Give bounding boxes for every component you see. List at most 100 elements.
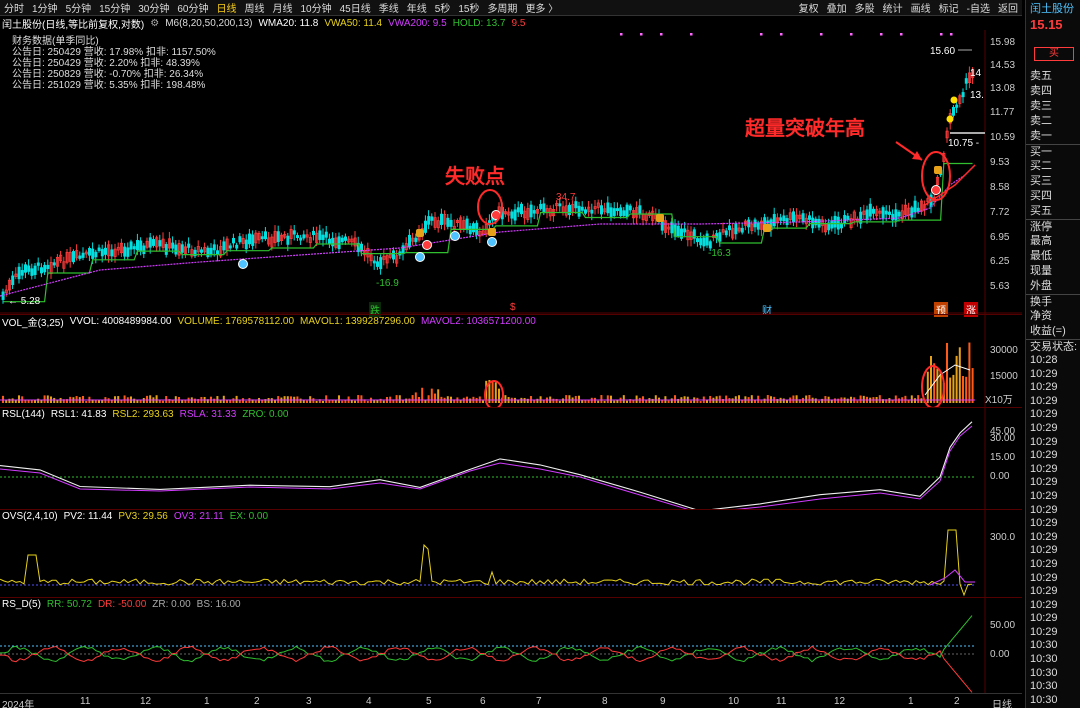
candle <box>129 241 133 250</box>
tick-time: 10:30 <box>1030 639 1058 652</box>
candle <box>276 231 280 242</box>
price-axis-label: 13.08 <box>990 83 1016 94</box>
tick-time: 10:29 <box>1030 476 1058 489</box>
price-axis-label: 9.53 <box>990 157 1010 168</box>
time-axis: 2024年 11 12 1 2 3 4 5 6 7 8 9 10 11 12 1 2 日线 <box>0 693 1022 708</box>
axis-label: 30.00 <box>990 433 1016 444</box>
tick-time: 10:29 <box>1030 408 1058 421</box>
candle <box>187 243 191 248</box>
quote-stat: 收益(=) <box>1030 325 1066 337</box>
volume-bar <box>808 395 811 403</box>
candle <box>40 267 44 274</box>
candle <box>318 230 322 240</box>
volume-bar <box>395 395 398 403</box>
buy-button[interactable]: 买 <box>1034 47 1074 61</box>
volume-bar <box>40 400 43 403</box>
rsd-panel[interactable]: RS_D(5) RR: 50.72 DR: -50.00 ZR: 0.00 BS… <box>0 597 1022 694</box>
candle <box>391 250 395 260</box>
volume-bar <box>968 342 971 403</box>
signal-dot <box>940 33 943 36</box>
price-chart[interactable] <box>0 0 1022 314</box>
ovs-panel[interactable]: OVS(2,4,10) PV2: 11.44 PV3: 29.56 OV3: 2… <box>0 509 1022 598</box>
volume-bar <box>635 395 638 403</box>
volume-bar <box>603 400 606 403</box>
volume-bar <box>648 398 651 403</box>
volume-bar <box>414 392 417 403</box>
order-book: 卖五 卖四 卖三 卖二 卖一 买一 买二 买三 买四 买五 涨停 最高 最低 现量 外盘 换手 净资 收益(=) 交… <box>1026 69 1080 707</box>
price-axis-label: 6.25 <box>990 256 1010 267</box>
axis-label: 15.00 <box>990 452 1016 463</box>
volume-bar <box>888 398 891 403</box>
volume-bar <box>894 395 897 403</box>
candle <box>126 247 130 257</box>
volume-bar <box>670 398 673 403</box>
time-axis-label: 6 <box>480 696 486 707</box>
candle <box>331 237 335 247</box>
price-axis-label: 11.77 <box>990 107 1015 118</box>
volume-bar <box>107 398 110 403</box>
candle <box>881 207 885 220</box>
candle <box>872 208 876 214</box>
order-book-level: 买一 <box>1026 144 1080 159</box>
highlight-circle <box>484 380 504 408</box>
price-label: 14 <box>970 68 982 79</box>
candle <box>171 242 175 249</box>
volume-bar <box>926 371 929 403</box>
volume-bar <box>382 400 385 403</box>
volume-bar <box>482 400 484 403</box>
volume-bar <box>261 400 264 403</box>
volume-bar <box>920 398 923 403</box>
volume-bar <box>578 395 580 403</box>
volume-bar <box>2 395 4 403</box>
annotation-arrowhead <box>912 151 922 160</box>
volume-bar <box>904 395 907 403</box>
signal-dot <box>820 33 823 36</box>
volume-bar <box>750 395 753 403</box>
high-price-label: 15.60 <box>930 46 956 57</box>
candle <box>123 246 127 257</box>
candle <box>865 209 869 221</box>
candle <box>868 203 872 217</box>
volume-bar <box>219 400 222 403</box>
candle <box>104 247 108 255</box>
volume-bar <box>699 400 702 403</box>
tick-time: 10:29 <box>1030 557 1058 570</box>
volume-bar <box>110 400 113 403</box>
candle <box>910 207 914 218</box>
stock-name[interactable]: 闰土股份 <box>1026 2 1080 17</box>
tick-time: 10:30 <box>1030 680 1058 693</box>
candle <box>590 209 594 214</box>
candle <box>843 215 847 224</box>
signal-dot <box>780 33 783 36</box>
volume-panel[interactable]: VOL_金(3,25) VVOL: 4008489984.00 VOLUME: … <box>0 314 1022 408</box>
volume-bar <box>856 400 859 403</box>
signal-marker <box>238 259 248 269</box>
volume-bar <box>8 398 11 403</box>
rsl-chart <box>0 408 986 510</box>
volume-bar <box>430 388 433 403</box>
candle <box>251 234 255 246</box>
candle <box>222 241 226 251</box>
candle <box>430 216 434 221</box>
volume-bar <box>408 398 411 403</box>
order-book-level: 卖三 <box>1030 100 1052 112</box>
volume-bar <box>805 395 808 403</box>
time-axis-label: 2 <box>954 696 960 707</box>
volume-bar <box>955 355 958 403</box>
volume-bar <box>245 400 248 403</box>
candle <box>407 234 411 248</box>
signal-dot <box>950 33 953 36</box>
candle <box>683 228 687 233</box>
stock-chart-app: 分时 1分钟 5分钟 15分钟 30分钟 60分钟 日线 周线 月线 10分钟 45日线 季线 年线 5秒… <box>0 0 1080 708</box>
candle <box>446 217 450 227</box>
event-tag[interactable]: $ <box>510 302 516 313</box>
rsl-panel[interactable]: RSL(144) RSL1: 41.83 RSL2: 293.63 RSLA: … <box>0 407 1022 510</box>
candle <box>235 244 239 249</box>
candle <box>72 251 76 263</box>
volume-bar <box>962 376 964 403</box>
candle <box>628 205 632 211</box>
volume-bar <box>597 400 600 403</box>
volume-bar <box>766 395 769 403</box>
volume-bar <box>434 393 436 403</box>
quote-stat: 外盘 <box>1030 280 1052 292</box>
